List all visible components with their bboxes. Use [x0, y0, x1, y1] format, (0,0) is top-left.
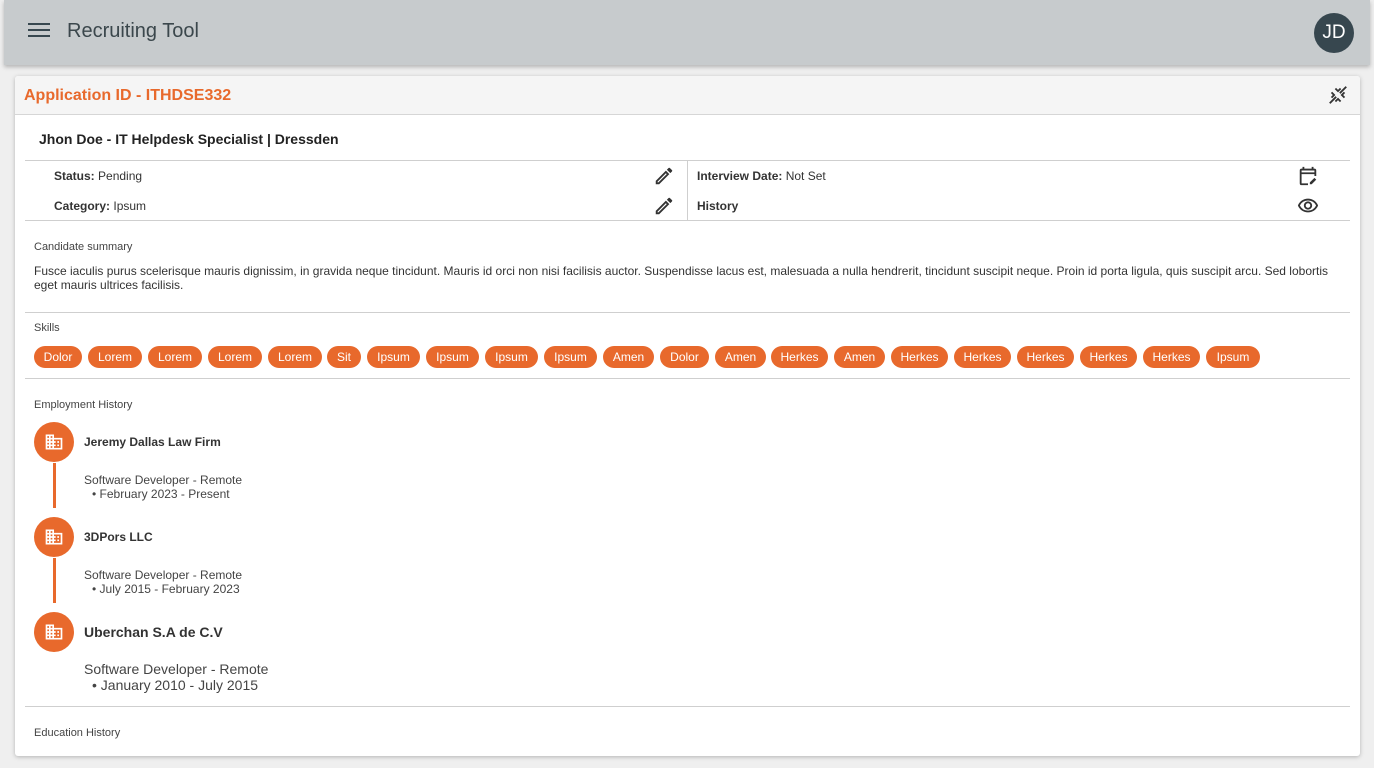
avatar[interactable]: JD [1314, 13, 1354, 53]
company-icon [34, 517, 74, 557]
skill-chip: Dolor [34, 346, 82, 368]
interview-date-label: Interview Date: [697, 169, 783, 183]
category-field: Category: Ipsum [54, 199, 146, 213]
job-period-text: July 2015 - February 2023 [99, 582, 240, 596]
interview-date-value: Not Set [785, 169, 826, 183]
divider [25, 378, 1350, 379]
job-period-text: January 2010 - July 2015 [100, 677, 259, 693]
skill-chip: Sit [327, 346, 361, 368]
skill-chip: Ipsum [367, 346, 420, 368]
candidate-title: Jhon Doe - IT Helpdesk Specialist | Dres… [39, 131, 339, 147]
employment-label: Employment History [34, 399, 133, 411]
company-icon [34, 612, 74, 652]
history-field: History [697, 199, 738, 213]
category-value: Ipsum [113, 199, 147, 213]
skill-chip: Amen [715, 346, 766, 368]
skill-chip: Lorem [88, 346, 142, 368]
summary-text: Fusce iaculis purus scelerisque mauris d… [34, 264, 1328, 292]
company-name: 3DPors LLC [84, 530, 153, 544]
edit-category-icon[interactable] [653, 195, 675, 217]
job-period: • January 2010 - July 2015 [92, 677, 259, 693]
menu-icon[interactable] [28, 23, 50, 41]
company-name: Uberchan S.A de C.V [84, 624, 223, 640]
skill-chip: Herkes [1080, 346, 1137, 368]
timeline-line [53, 463, 56, 508]
skill-chip: Herkes [954, 346, 1011, 368]
summary-label: Candidate summary [34, 241, 133, 253]
app-title: Recruiting Tool [67, 20, 199, 42]
job-role: Software Developer - Remote [84, 568, 243, 582]
skill-chip: Amen [834, 346, 885, 368]
skill-chip: Herkes [891, 346, 948, 368]
divider [687, 160, 688, 220]
divider [25, 220, 1350, 221]
divider [25, 312, 1350, 313]
education-label: Education History [34, 727, 121, 739]
skill-chip: Herkes [771, 346, 828, 368]
skill-chip: Lorem [208, 346, 262, 368]
application-id: Application ID - ITHDSE332 [24, 87, 232, 104]
company-name: Jeremy Dallas Law Firm [84, 435, 221, 449]
app-bar: Recruiting Tool JD [4, 0, 1370, 65]
status-label: Status: [54, 169, 95, 183]
skill-chip: Amen [603, 346, 654, 368]
skill-chip: Ipsum [1206, 346, 1260, 368]
timeline-line [53, 558, 56, 603]
category-label: Category: [54, 199, 111, 213]
divider [25, 706, 1350, 707]
card-header: Application ID - ITHDSE332 [15, 76, 1360, 115]
history-label: History [697, 199, 739, 213]
skills-label: Skills [34, 322, 60, 334]
skill-chip: Dolor [660, 346, 709, 368]
skill-chip: Lorem [148, 346, 202, 368]
skill-chip: Ipsum [485, 346, 538, 368]
interview-date-field: Interview Date: Not Set [697, 169, 826, 183]
job-role: Software Developer - Remote [84, 473, 243, 487]
skill-chip: Herkes [1143, 346, 1200, 368]
skills-list: Dolor Lorem Lorem Lorem Lorem Sit Ipsum … [34, 346, 1354, 368]
application-card: Application ID - ITHDSE332 Jhon Doe - IT… [15, 76, 1360, 756]
edit-status-icon[interactable] [653, 165, 675, 187]
calendar-edit-icon[interactable] [1297, 165, 1319, 187]
job-period: • July 2015 - February 2023 [92, 582, 240, 596]
skill-chip: Ipsum [544, 346, 597, 368]
skill-chip: Herkes [1017, 346, 1074, 368]
eye-icon[interactable] [1297, 195, 1319, 217]
job-period-text: February 2023 - Present [99, 487, 230, 501]
job-period: • February 2023 - Present [92, 487, 230, 501]
collapse-icon[interactable] [1327, 84, 1349, 106]
status-value: Pending [98, 169, 143, 183]
skill-chip: Ipsum [426, 346, 479, 368]
status-field: Status: Pending [54, 169, 142, 183]
skill-chip: Lorem [268, 346, 322, 368]
company-icon [34, 422, 74, 462]
job-role: Software Developer - Remote [84, 661, 269, 677]
